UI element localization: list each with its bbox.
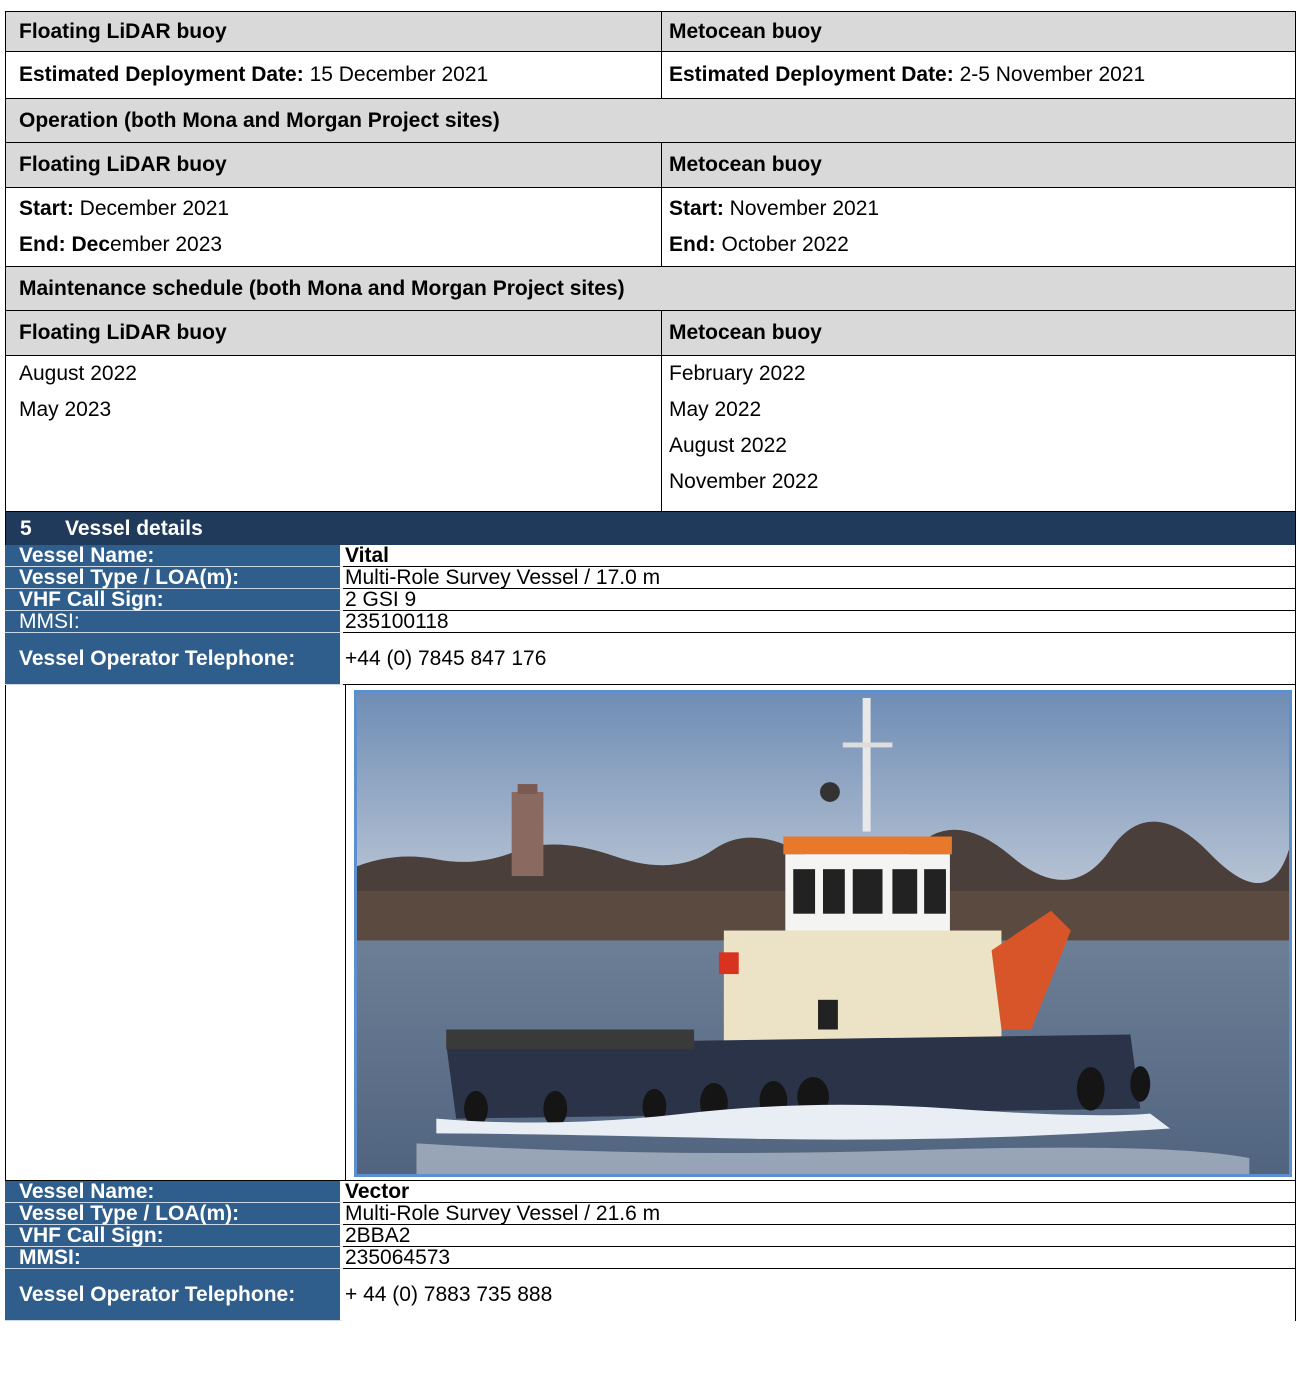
maintenance-left-dates: August 2022 May 2023	[6, 356, 662, 511]
vessel-photo-cell	[346, 685, 1296, 1181]
deployment-left-date: Estimated Deployment Date: 15 December 2…	[6, 52, 662, 98]
vessel-name-value: Vital	[343, 545, 1296, 567]
photo-row-blank-cell	[5, 685, 346, 1181]
operation-right-dates: Start: November 2021 End: October 2022	[662, 188, 1295, 266]
vessel1-mmsi-row: MMSI: 235100118	[5, 611, 1296, 633]
vessel-name-label: Vessel Name:	[5, 1181, 343, 1203]
vessel-name-value: Vector	[343, 1181, 1296, 1203]
deployment-left-value: 15 December 2021	[303, 63, 489, 86]
vessel-photo-row	[5, 685, 1296, 1181]
operation-right-end-value: October 2022	[715, 233, 849, 256]
maintenance-left-date: August 2022	[19, 362, 137, 385]
operation-heading: Operation (both Mona and Morgan Project …	[19, 108, 500, 132]
vessel-type-value: Multi-Role Survey Vessel / 21.6 m	[343, 1203, 1296, 1225]
vessel2-phone-row: Vessel Operator Telephone: + 44 (0) 7883…	[5, 1269, 1296, 1321]
operation-left-end-value: ember 2023	[110, 233, 223, 256]
vessel1-vhf-row: VHF Call Sign: 2 GSI 9	[5, 589, 1296, 611]
operation-right-end-label: End:	[669, 233, 716, 256]
vhf-call-sign-label: VHF Call Sign:	[5, 1225, 343, 1247]
maintenance-right-date: February 2022	[669, 362, 806, 385]
vessel2-type-row: Vessel Type / LOA(m): Multi-Role Survey …	[5, 1203, 1296, 1225]
operator-telephone-label: Vessel Operator Telephone:	[5, 1269, 343, 1321]
vessel1-name-row: Vessel Name: Vital	[5, 545, 1296, 567]
operation-left-dates: Start: December 2021 End: December 2023	[6, 188, 662, 266]
section-number: 5	[20, 516, 32, 540]
maintenance-dates-row: August 2022 May 2023 February 2022 May 2…	[6, 356, 1295, 512]
section-heading: 5 Vessel details	[5, 511, 1296, 545]
vhf-call-sign-value: 2 GSI 9	[343, 589, 1296, 611]
maintenance-left-date: May 2023	[19, 398, 112, 421]
deployment-left-label: Estimated Deployment Date:	[19, 63, 304, 86]
vhf-call-sign-value: 2BBA2	[343, 1225, 1296, 1247]
maintenance-right-date: August 2022	[669, 434, 787, 457]
deployment-right-value: 2-5 November 2021	[953, 63, 1146, 86]
mmsi-label: MMSI:	[5, 611, 343, 633]
deployment-date-row: Estimated Deployment Date: 15 December 2…	[6, 52, 1295, 99]
operator-telephone-value-text: +44 (0) 7845 847 176	[345, 646, 547, 670]
vessel2-mmsi-row: MMSI: 235064573	[5, 1247, 1296, 1269]
operator-telephone-label: Vessel Operator Telephone:	[5, 633, 343, 685]
operator-telephone-label-text: Vessel Operator Telephone:	[19, 646, 296, 670]
vessel1-phone-row: Vessel Operator Telephone: +44 (0) 7845 …	[5, 633, 1296, 685]
operation-right-title: Metocean buoy	[669, 153, 822, 176]
operator-telephone-value: + 44 (0) 7883 735 888	[343, 1269, 1296, 1321]
vessel-photo-illustration	[357, 693, 1289, 1174]
operation-left-end-label: End: Dec	[19, 233, 111, 256]
vessel-type-label: Vessel Type / LOA(m):	[5, 567, 343, 589]
maintenance-heading: Maintenance schedule (both Mona and Morg…	[19, 276, 625, 300]
maintenance-heading-row: Maintenance schedule (both Mona and Morg…	[6, 267, 1295, 311]
maintenance-right-title: Metocean buoy	[669, 321, 822, 344]
deployment-right-date: Estimated Deployment Date: 2-5 November …	[662, 52, 1295, 98]
operation-dates-row: Start: December 2021 End: December 2023 …	[6, 188, 1295, 267]
vessel2-vhf-row: VHF Call Sign: 2BBA2	[5, 1225, 1296, 1247]
deployment-left-title: Floating LiDAR buoy	[6, 12, 662, 51]
operator-telephone-value: +44 (0) 7845 847 176	[343, 633, 1296, 685]
operation-left-start-label: Start:	[19, 197, 74, 220]
mmsi-label: MMSI:	[5, 1247, 343, 1269]
vessel-photo	[354, 690, 1292, 1177]
deployment-header-row: Floating LiDAR buoy Metocean buoy	[6, 12, 1295, 52]
maintenance-right-date: May 2022	[669, 398, 762, 421]
operation-left-start-value: December 2021	[73, 197, 230, 220]
mmsi-value: 235100118	[343, 611, 1296, 633]
vessel-details-section: 5 Vessel details Vessel Name: Vital Vess…	[5, 511, 1296, 1321]
schedule-table: Floating LiDAR buoy Metocean buoy Estima…	[5, 11, 1296, 512]
deployment-right-label: Estimated Deployment Date:	[669, 63, 954, 86]
section-title: Vessel details	[65, 516, 203, 540]
operation-heading-row: Operation (both Mona and Morgan Project …	[6, 99, 1295, 143]
vessel1-type-row: Vessel Type / LOA(m): Multi-Role Survey …	[5, 567, 1296, 589]
vessel-type-value: Multi-Role Survey Vessel / 17.0 m	[343, 567, 1296, 589]
maintenance-right-date: November 2022	[669, 470, 819, 493]
mmsi-value: 235064573	[343, 1247, 1296, 1269]
vessel-type-label: Vessel Type / LOA(m):	[5, 1203, 343, 1225]
vhf-call-sign-label: VHF Call Sign:	[5, 589, 343, 611]
maintenance-title-row: Floating LiDAR buoy Metocean buoy	[6, 311, 1295, 356]
operator-telephone-value-text: + 44 (0) 7883 735 888	[345, 1283, 553, 1306]
operation-right-start-value: November 2021	[723, 197, 880, 220]
operation-left-title: Floating LiDAR buoy	[6, 143, 662, 187]
vessel-name-label: Vessel Name:	[5, 545, 343, 567]
operator-telephone-label-text: Vessel Operator Telephone:	[19, 1282, 296, 1306]
operation-title-row: Floating LiDAR buoy Metocean buoy	[6, 143, 1295, 188]
maintenance-left-title: Floating LiDAR buoy	[6, 311, 662, 355]
vessel2-name-row: Vessel Name: Vector	[5, 1181, 1296, 1203]
maintenance-right-dates: February 2022 May 2022 August 2022 Novem…	[662, 356, 1295, 511]
operation-right-start-label: Start:	[669, 197, 724, 220]
deployment-right-title: Metocean buoy	[669, 19, 822, 43]
